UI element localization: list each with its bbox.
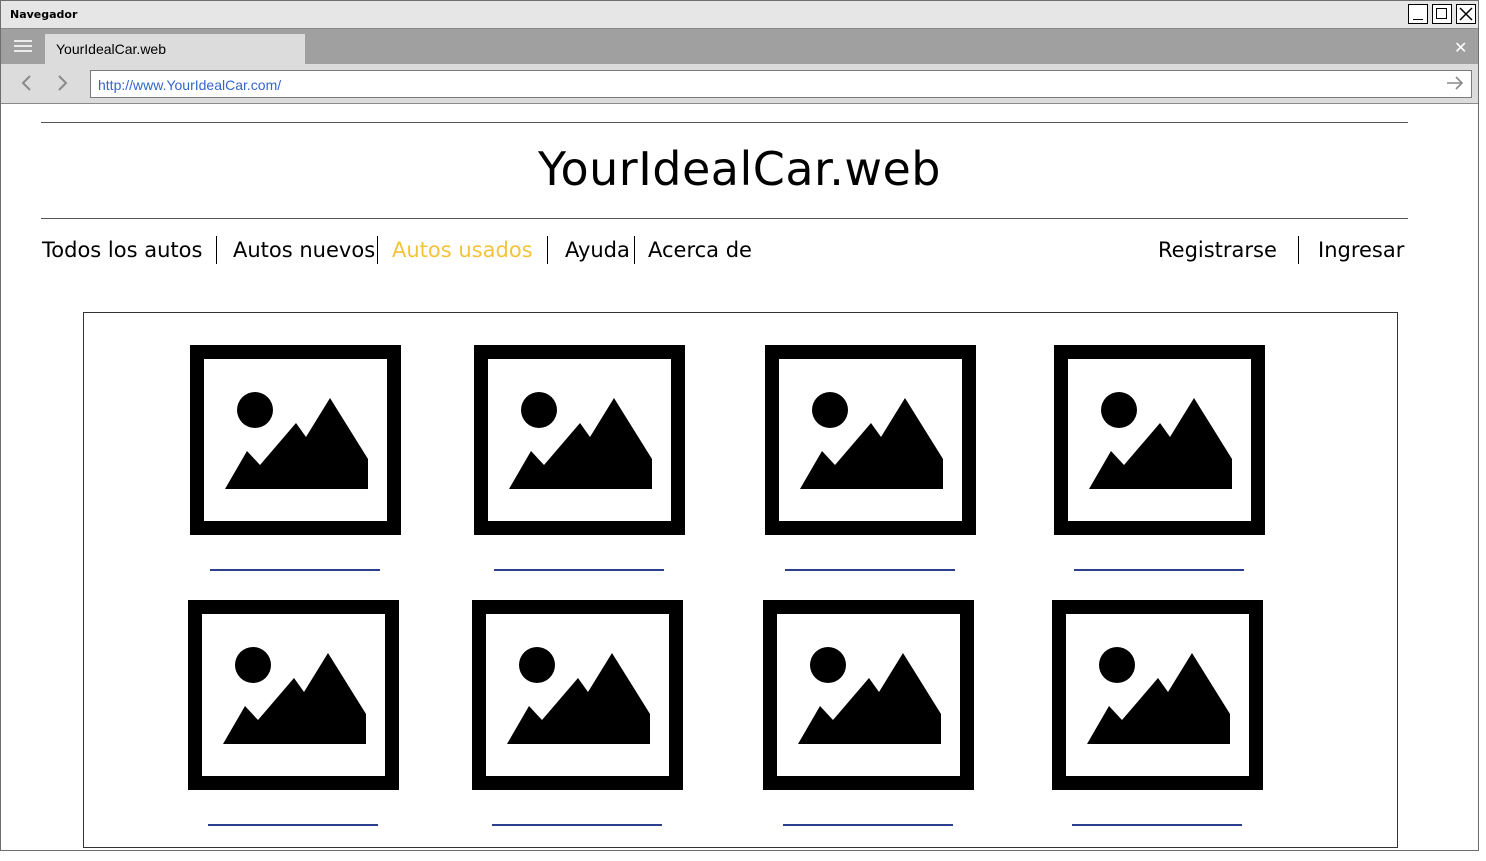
go-arrow-icon[interactable] xyxy=(1445,74,1465,92)
image-placeholder-icon xyxy=(1052,600,1263,790)
image-placeholder-icon xyxy=(190,345,401,535)
close-tab-icon[interactable]: ✕ xyxy=(1454,38,1467,57)
image-placeholder-icon xyxy=(1054,345,1265,535)
window-title: Navegador xyxy=(10,8,78,21)
car-link[interactable] xyxy=(494,569,664,571)
login-link[interactable]: Ingresar xyxy=(1318,238,1404,262)
hamburger-menu-icon[interactable] xyxy=(14,40,32,53)
back-arrow-icon[interactable] xyxy=(17,72,37,94)
car-link[interactable] xyxy=(783,824,953,826)
maximize-button[interactable] xyxy=(1432,4,1452,24)
image-placeholder-icon xyxy=(763,600,974,790)
nav-autos-usados[interactable]: Autos usados xyxy=(392,238,533,262)
car-image-placeholder[interactable] xyxy=(474,345,685,535)
nav-ayuda[interactable]: Ayuda xyxy=(565,238,630,262)
car-image-placeholder[interactable] xyxy=(1052,600,1263,790)
car-image-placeholder[interactable] xyxy=(472,600,683,790)
tab-label: YourIdealCar.web xyxy=(56,41,167,57)
image-placeholder-icon xyxy=(472,600,683,790)
car-link[interactable] xyxy=(208,824,378,826)
nav-separator xyxy=(1298,236,1299,264)
car-link[interactable] xyxy=(1074,569,1244,571)
car-image-placeholder[interactable] xyxy=(765,345,976,535)
car-image-placeholder[interactable] xyxy=(763,600,974,790)
car-image-placeholder[interactable] xyxy=(188,600,399,790)
nav-separator xyxy=(547,236,548,264)
nav-separator xyxy=(216,236,217,264)
nav-separator xyxy=(634,236,635,264)
image-placeholder-icon xyxy=(765,345,976,535)
header-bottom-divider xyxy=(41,218,1408,219)
car-image-placeholder[interactable] xyxy=(190,345,401,535)
header-top-divider xyxy=(41,122,1408,123)
nav-todos-los-autos[interactable]: Todos los autos xyxy=(42,238,202,262)
image-placeholder-icon xyxy=(188,600,399,790)
address-bar: http://www.YourIdealCar.com/ xyxy=(1,64,1478,104)
car-link[interactable] xyxy=(1072,824,1242,826)
car-image-placeholder[interactable] xyxy=(1054,345,1265,535)
nav-autos-nuevos[interactable]: Autos nuevos xyxy=(233,238,375,262)
url-input[interactable]: http://www.YourIdealCar.com/ xyxy=(90,70,1472,98)
url-text: http://www.YourIdealCar.com/ xyxy=(98,77,282,93)
site-title: YourIdealCar.web xyxy=(538,142,941,196)
close-window-button[interactable] xyxy=(1456,4,1476,24)
car-link[interactable] xyxy=(492,824,662,826)
tab-bar: YourIdealCar.web ✕ xyxy=(1,29,1478,64)
nav-acerca-de[interactable]: Acerca de xyxy=(648,238,752,262)
window-titlebar: Navegador xyxy=(1,1,1478,29)
nav-separator xyxy=(377,236,378,264)
car-link[interactable] xyxy=(785,569,955,571)
image-placeholder-icon xyxy=(474,345,685,535)
minimize-button[interactable] xyxy=(1408,4,1428,24)
register-link[interactable]: Registrarse xyxy=(1158,238,1277,262)
car-link[interactable] xyxy=(210,569,380,571)
browser-tab[interactable]: YourIdealCar.web xyxy=(45,34,305,64)
forward-arrow-icon[interactable] xyxy=(52,72,72,94)
